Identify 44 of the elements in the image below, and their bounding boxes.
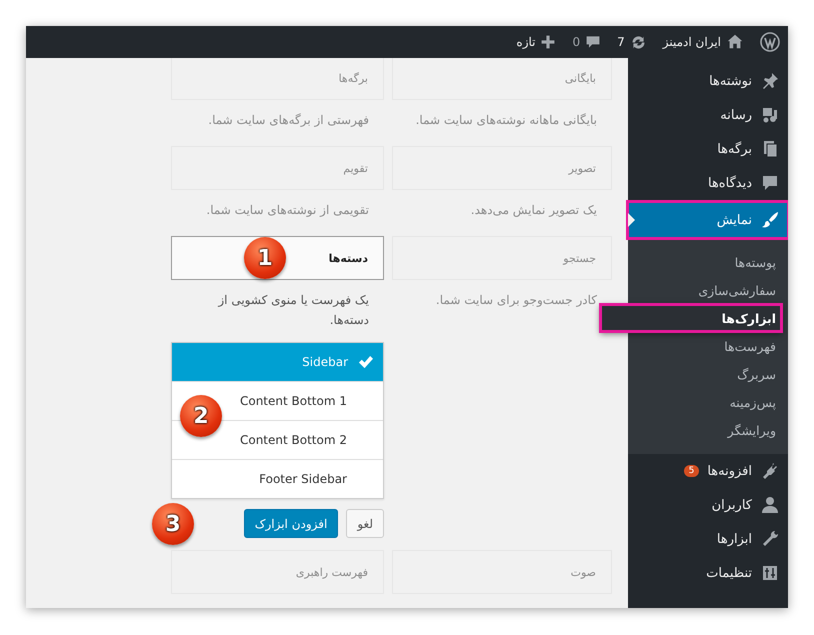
comment-icon [585, 34, 602, 50]
update-count-badge: 5 [684, 465, 700, 477]
callout-number: 2 [180, 395, 222, 437]
site-name-link[interactable]: ایران ادمینز [662, 33, 744, 51]
add-widget-button[interactable]: افزودن ابزارک [244, 509, 338, 538]
submenu-item[interactable]: پس‌زمینه [628, 388, 788, 416]
widget-description: یک تصویر نمایش می‌دهد. [470, 202, 597, 219]
menu-item[interactable]: رسانه [628, 98, 788, 132]
menu-item[interactable]: ابزارها [628, 522, 788, 556]
widget-description: کادر جست‌وجو برای سایت شما. [434, 292, 597, 309]
sliders-icon [760, 563, 780, 583]
callout-number: 1 [244, 237, 286, 279]
submenu-item[interactable]: ویرایشگر [628, 416, 788, 444]
menu-item[interactable]: تنظیمات [628, 556, 788, 590]
updates-link[interactable]: 7 [617, 34, 647, 50]
menu-item[interactable]: نمایش [628, 202, 788, 238]
submenu-item[interactable]: سربرگ [628, 360, 788, 388]
submenu-item[interactable]: سفارشی‌سازی [628, 276, 788, 304]
menu-item[interactable]: برگه‌ها [628, 132, 788, 166]
widget-description: یک فهرست یا منوی کشویی از دسته‌ها. [216, 292, 369, 329]
media-icon [760, 105, 780, 125]
current-pointer-icon [628, 213, 635, 227]
submenu-item[interactable]: پوسته‌ها [628, 248, 788, 276]
comments-link[interactable]: 0 [572, 34, 602, 50]
submenu-item[interactable]: ابزارک‌ها [600, 304, 782, 332]
new-content-link[interactable]: تازه [516, 34, 556, 50]
menu-item[interactable]: کاربران [628, 488, 788, 522]
comment-icon [760, 173, 780, 193]
widget-description: تقویمی از نوشته‌های سایت شما. [205, 202, 369, 219]
wordpress-logo-icon[interactable] [760, 32, 780, 52]
widget-description: بایگانی ماهانه نوشته‌های سایت شما. [414, 112, 597, 129]
widget-description: فهرستی از برگه‌های سایت شما. [207, 112, 369, 129]
user-icon [760, 495, 780, 515]
cancel-button[interactable]: لغو [346, 509, 384, 538]
plus-icon [540, 34, 556, 50]
menu-item[interactable]: نوشته‌ها [628, 64, 788, 98]
menu-item[interactable]: دیدگاه‌ها [628, 166, 788, 200]
sidebar-option[interactable]: Footer Sidebar [172, 459, 383, 498]
checkmark-icon [358, 354, 373, 370]
brush-icon [760, 210, 780, 230]
submenu-item[interactable]: فهرست‌ها [628, 332, 788, 360]
callout-number: 3 [152, 503, 194, 545]
refresh-icon [630, 34, 647, 50]
home-icon [726, 33, 744, 51]
